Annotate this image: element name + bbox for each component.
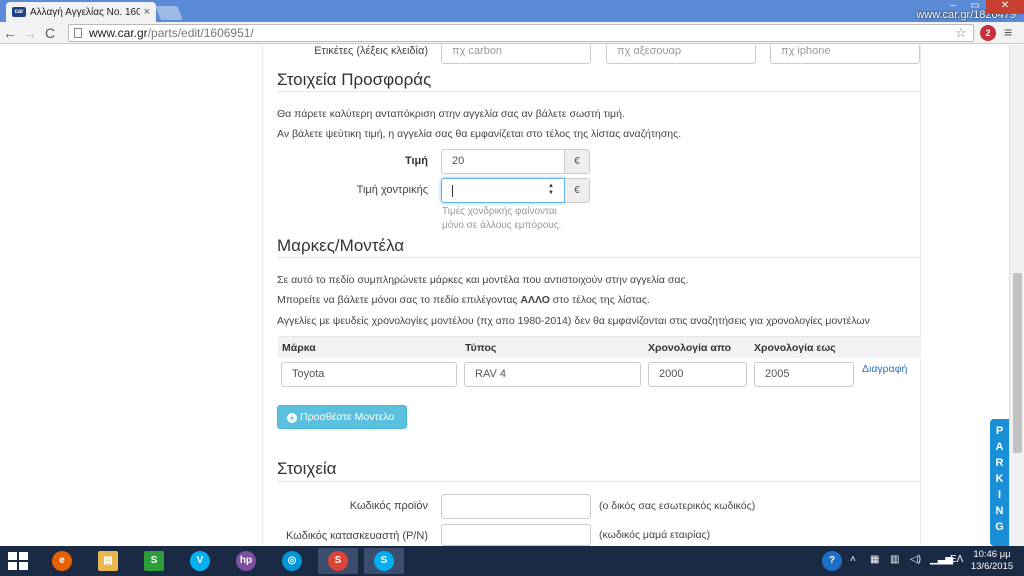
offer-intro-1: Θα πάρετε καλύτερη ανταπόκριση στην αγγε… (277, 108, 625, 120)
wholesale-price-label: Τιμή χοντρικής (356, 184, 428, 196)
offer-section-title: Στοιχεία Προσφοράς (277, 70, 432, 89)
network-icon[interactable]: ▥ (890, 554, 899, 565)
parking-side-tab[interactable]: P A R K I N G (990, 419, 1009, 546)
models-intro-1: Σε αυτό το πεδίο συμπληρώνετε μάρκες και… (277, 274, 689, 286)
minimize-icon[interactable]: – (942, 0, 964, 14)
models-intro-2-pre: Μπορείτε να βάλετε μόνοι σας το πεδίο επ… (277, 294, 521, 306)
make-select[interactable]: Toyota (281, 362, 457, 387)
wholesale-help-1: Τιμές χονδρικής φαίνονται (442, 206, 557, 217)
windows-taskbar: e ▤ S V hp ◎ S S ? ˄ ▦ ▥ ◁) ▁▃▅ ΕΛ 10:46… (0, 546, 1024, 576)
browser-tab[interactable]: car Αλλαγή Αγγελίας Νο. 160 × (6, 2, 156, 22)
extension-badge-icon[interactable]: 2 (980, 25, 996, 41)
models-intro-2: Μπορείτε να βάλετε μόνοι σας το πεδίο επ… (277, 294, 650, 306)
language-indicator[interactable]: ΕΛ (950, 554, 963, 565)
price-label: Τιμή (404, 155, 428, 167)
plus-circle-icon: + (287, 413, 297, 423)
tag-input-3[interactable]: πχ iphone (770, 45, 920, 64)
wholesale-price-input[interactable]: ▲ ▼ (441, 178, 565, 203)
price-input[interactable]: 20 (441, 149, 565, 174)
models-intro-3: Αγγελίες με ψευδείς χρονολογίες μοντέλου… (277, 315, 870, 327)
volume-icon[interactable]: ◁) (910, 554, 921, 565)
browser-menu-icon[interactable]: ≡ (1004, 24, 1012, 40)
maximize-icon[interactable]: ▭ (964, 0, 986, 14)
browser-toolbar: ← → C www.car.gr/parts/edit/1606951/ ☆ 2… (0, 22, 1024, 44)
clock-date: 13/6/2015 (970, 561, 1014, 572)
car-gr-favicon-icon: car (12, 7, 26, 17)
firefox-taskbar-icon[interactable]: e (42, 548, 82, 574)
tab-title: Αλλαγή Αγγελίας Νο. 160 (30, 6, 140, 18)
skype-active-taskbar-icon[interactable]: S (364, 548, 404, 574)
col-make: Μάρκα (282, 342, 316, 354)
browser-titlebar: car Αλλαγή Αγγελίας Νο. 160 × www.car.gr… (0, 0, 1024, 22)
close-window-icon[interactable]: ✕ (986, 0, 1024, 14)
parking-letter: A (995, 441, 1004, 453)
reload-icon[interactable]: C (40, 25, 60, 41)
models-divider (277, 257, 920, 258)
price-currency-addon: € (565, 149, 590, 174)
skype-taskbar-icon[interactable]: V (180, 548, 220, 574)
part-number-help: (κωδικός μαμά εταιρίας) (599, 529, 711, 541)
details-section-title: Στοιχεία (277, 459, 337, 478)
add-model-label: Προσθέστε Μοντελο (300, 411, 395, 423)
tags-label: Ετικέτες (λέξεις κλειδία) (314, 45, 428, 57)
product-code-input[interactable] (441, 494, 591, 519)
details-divider (277, 481, 920, 482)
part-number-label: Κωδικός κατασκευαστή (P/N) (285, 530, 428, 542)
hp-taskbar-icon[interactable]: ◎ (272, 548, 312, 574)
add-model-button[interactable]: + Προσθέστε Μοντελο (277, 405, 407, 429)
help-tray-icon[interactable]: ? (822, 551, 842, 571)
page-scrollbar[interactable] (1009, 45, 1024, 546)
year-to-input[interactable]: 2005 (754, 362, 854, 387)
col-year-from: Χρονολογία απο (648, 342, 732, 354)
col-year-to: Χρονολογία εως (754, 342, 836, 354)
tab-close-icon[interactable]: × (144, 6, 150, 18)
windows-start-icon[interactable] (8, 552, 28, 570)
bookmark-star-icon[interactable]: ☆ (955, 25, 967, 41)
parking-letter: K (995, 473, 1004, 485)
wholesale-currency-addon: € (565, 178, 590, 203)
wholesale-help-2: μόνο σε άλλους εμπόρους. (442, 220, 562, 231)
models-intro-2-post: στο τέλος της λίστας. (549, 294, 650, 306)
parking-letter: R (995, 457, 1004, 469)
year-from-input[interactable]: 2000 (648, 362, 747, 387)
part-number-input[interactable] (441, 524, 591, 546)
page-viewport: Ετικέτες (λέξεις κλειδία) πχ carbon πχ α… (0, 45, 1009, 546)
product-code-label: Κωδικός προϊόν (349, 500, 428, 512)
viber-taskbar-icon[interactable]: hp (226, 548, 266, 574)
offer-intro-2: Αν βάλετε ψεύτικη τιμή, η αγγελία σας θα… (277, 128, 682, 140)
type-select[interactable]: RAV 4 (464, 362, 641, 387)
delete-row-link[interactable]: Διαγραφή (862, 363, 907, 375)
window-controls: – ▭ ✕ (942, 0, 1024, 14)
new-tab-button[interactable] (155, 6, 183, 20)
tray-expand-icon[interactable]: ˄ (850, 554, 856, 565)
back-icon[interactable]: ← (0, 25, 20, 41)
forward-icon[interactable]: → (20, 25, 40, 41)
taskbar-clock[interactable]: 10:46 μμ 13/6/2015 (968, 549, 1016, 573)
action-center-icon[interactable]: ▦ (870, 554, 879, 565)
col-type: Τύπος (465, 342, 497, 354)
scrollbar-thumb[interactable] (1013, 273, 1022, 453)
address-bar[interactable]: www.car.gr/parts/edit/1606951/ (68, 24, 974, 42)
tag-input-2[interactable]: πχ αξεσουαρ (606, 45, 756, 64)
url-path: /parts/edit/1606951/ (147, 26, 254, 40)
offer-divider (277, 91, 920, 92)
url-host: www.car.gr (89, 26, 148, 40)
number-spinner-icon[interactable]: ▲ ▼ (548, 183, 554, 197)
models-intro-2-bold: ΑΛΛΟ (520, 294, 550, 306)
models-table-header: Μάρκα Τύπος Χρονολογία απο Χρονολογία εω… (278, 336, 921, 358)
store-taskbar-icon[interactable]: S (134, 548, 174, 574)
parking-letter: N (995, 505, 1004, 517)
parking-letter: P (995, 425, 1004, 437)
parking-letter: I (997, 489, 1002, 501)
file-explorer-taskbar-icon[interactable]: ▤ (88, 548, 128, 574)
parking-letter: G (995, 521, 1004, 533)
page-info-icon[interactable] (74, 28, 82, 38)
models-section-title: Μαρκες/Μοντέλα (277, 236, 405, 255)
clock-time: 10:46 μμ (973, 549, 1011, 560)
product-code-help: (ο δικός σας εσωτερικός κωδικός) (599, 500, 756, 512)
text-cursor (452, 185, 453, 197)
tag-input-1[interactable]: πχ carbon (441, 45, 591, 64)
chrome-taskbar-icon[interactable]: S (318, 548, 358, 574)
